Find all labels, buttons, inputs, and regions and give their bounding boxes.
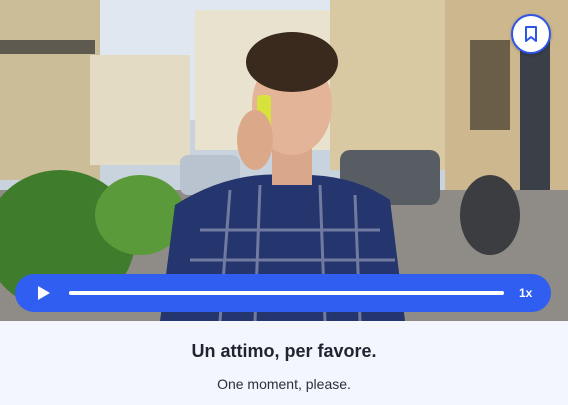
playback-speed-button[interactable]: 1x <box>519 286 532 300</box>
video-frame[interactable]: 1x <box>0 0 568 321</box>
phrase-text: Un attimo, per favore. <box>191 341 377 361</box>
translation-text: One moment, please. <box>217 376 351 392</box>
bookmark-button[interactable] <box>511 14 551 54</box>
progress-track[interactable] <box>69 291 504 295</box>
caption-area: Un attimo, per favore. One moment, pleas… <box>0 321 568 405</box>
bookmark-icon <box>525 26 537 42</box>
video-still-image <box>0 0 568 321</box>
audio-player-bar: 1x <box>15 274 551 312</box>
play-button[interactable] <box>25 274 63 312</box>
play-icon <box>38 286 50 300</box>
progress-fill <box>69 291 504 295</box>
